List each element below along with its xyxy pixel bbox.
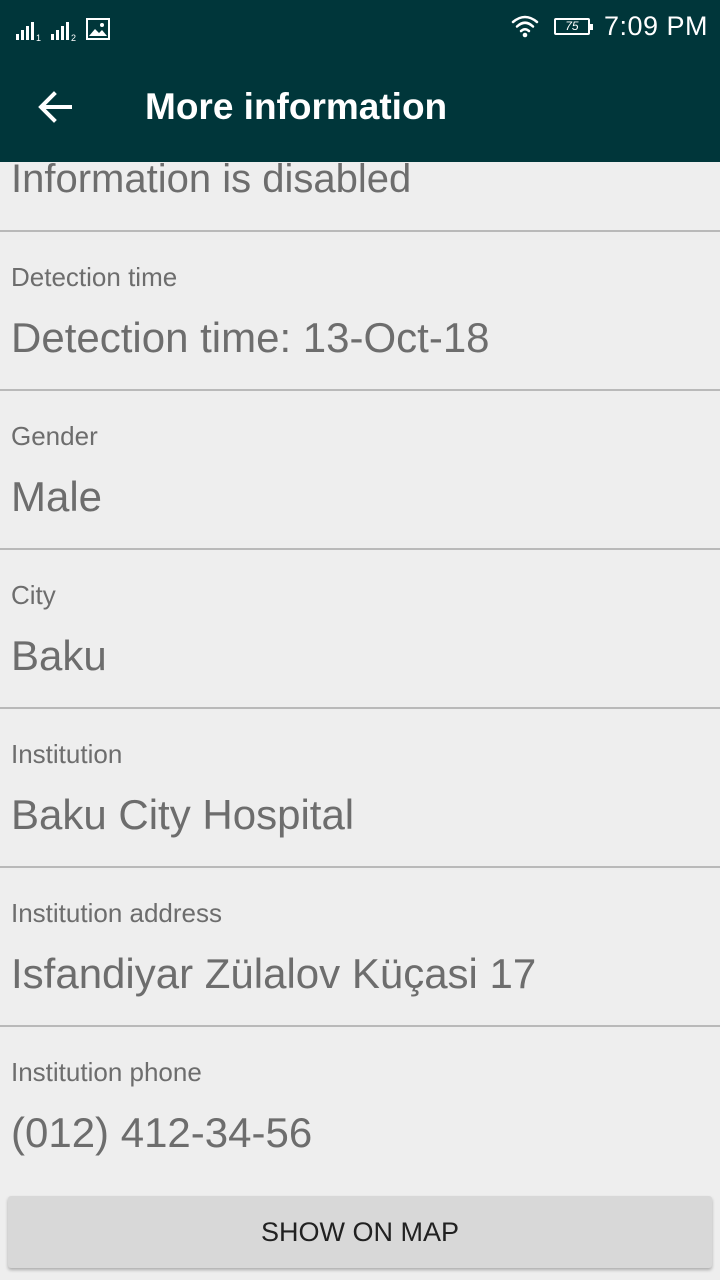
institution-address-value: Isfandiyar Zülalov Küçasi 17	[11, 950, 537, 997]
battery-level: 75	[565, 19, 579, 33]
city-value: Baku	[11, 632, 107, 679]
details-list[interactable]: Information is disabled Detection time D…	[0, 162, 720, 1186]
institution-phone-label: Institution phone	[11, 1057, 202, 1087]
detection-time-label: Detection time	[11, 262, 178, 292]
institution-address-label: Institution address	[11, 898, 223, 928]
sim1-label: 1	[35, 33, 41, 43]
divider	[0, 866, 720, 868]
signal-sim1-icon: 1	[16, 22, 41, 43]
arrow-left-icon	[38, 91, 72, 123]
wifi-icon	[511, 15, 539, 38]
gender-value: Male	[11, 473, 103, 520]
divider	[0, 707, 720, 709]
info-status-value: Information is disabled	[11, 162, 412, 201]
divider	[0, 548, 720, 550]
institution-phone-value: (012) 412-34-56	[11, 1109, 313, 1156]
institution-label: Institution	[11, 739, 123, 769]
city-label: City	[11, 580, 56, 610]
institution-value: Baku City Hospital	[11, 791, 355, 838]
image-icon	[86, 18, 110, 40]
status-bar: 1 2 75 7:09 PM	[0, 0, 720, 52]
divider	[0, 230, 720, 232]
status-bar-right: 75 7:09 PM	[510, 8, 708, 44]
status-bar-left: 1 2	[16, 12, 110, 43]
clock: 7:09 PM	[603, 10, 708, 41]
detection-time-value: Detection time: 13-Oct-18	[11, 314, 490, 361]
show-on-map-button[interactable]: SHOW ON MAP	[8, 1196, 712, 1268]
back-button[interactable]	[24, 76, 86, 138]
battery-icon: 75	[553, 17, 593, 35]
page-title: More information	[145, 86, 448, 127]
sim2-label: 2	[70, 33, 76, 43]
app-bar: More information	[0, 52, 720, 162]
signal-sim2-icon: 2	[51, 22, 76, 43]
divider	[0, 1025, 720, 1027]
divider	[0, 389, 720, 391]
gender-label: Gender	[11, 421, 98, 451]
